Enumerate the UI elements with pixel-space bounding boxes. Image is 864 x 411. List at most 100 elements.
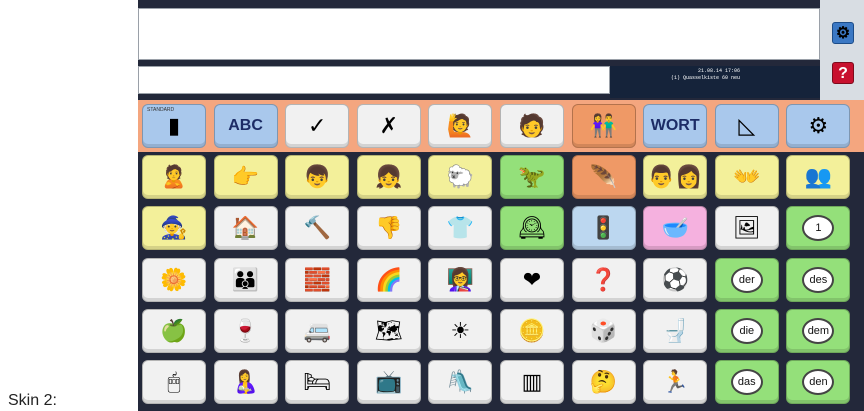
apple-button[interactable]: 🍏 bbox=[142, 308, 206, 353]
traffic-light-icon: 🚦 bbox=[589, 215, 618, 241]
person-button[interactable]: 🧑 bbox=[500, 104, 564, 148]
tv-icon: 📺 bbox=[375, 369, 403, 394]
rainbow-button[interactable]: 🌈 bbox=[356, 257, 421, 302]
erase-icon: ◺ bbox=[738, 113, 756, 138]
indian-button[interactable]: 🪶 bbox=[571, 155, 636, 200]
der-button[interactable]: der bbox=[714, 257, 779, 302]
you-button[interactable]: 👉 bbox=[213, 155, 278, 200]
mother-child-button[interactable]: 🤱 bbox=[213, 360, 278, 404]
glass-button[interactable]: 🍷 bbox=[213, 308, 278, 353]
map-button[interactable]: 🗺 bbox=[356, 308, 421, 353]
i-button[interactable]: 🙎 bbox=[142, 155, 206, 200]
person-waving-button[interactable]: 🙋 bbox=[428, 104, 493, 148]
you-plural-icon: 👐 bbox=[733, 164, 761, 190]
bed-button[interactable]: 🛏 bbox=[285, 360, 350, 404]
thinking-button[interactable]: 🤔 bbox=[571, 360, 636, 404]
mouse-button[interactable]: 🖱 bbox=[142, 360, 206, 404]
prison-icon: ▥ bbox=[521, 369, 543, 394]
soccer-ball-button[interactable]: ⚽ bbox=[643, 257, 708, 302]
status-panel: 21.08.14 17:06 (1) Quasselkiste 60 neu bbox=[610, 66, 820, 98]
yes-icon: ✓ bbox=[307, 113, 327, 138]
frame-button[interactable]: 🖼 bbox=[714, 206, 779, 251]
they-button[interactable]: 👥 bbox=[786, 155, 851, 200]
he-button[interactable]: 👦 bbox=[285, 155, 350, 200]
erase-button[interactable]: ◺ bbox=[714, 104, 779, 148]
traffic-light-button[interactable]: 🚦 bbox=[571, 206, 636, 251]
word-chip: das bbox=[730, 369, 763, 395]
coin-button[interactable]: 🪙 bbox=[500, 308, 564, 353]
hammer-icon: 🔨 bbox=[303, 215, 331, 241]
die-button[interactable]: die bbox=[714, 308, 779, 353]
sun-button[interactable]: ☀ bbox=[428, 308, 493, 353]
no-icon: ✗ bbox=[379, 113, 399, 138]
you-icon: 👉 bbox=[231, 164, 260, 190]
child-running-button[interactable]: 🏃 bbox=[643, 360, 708, 404]
flower-button[interactable]: 🌼 bbox=[142, 257, 206, 302]
question-book-button[interactable]: ❓ bbox=[571, 257, 636, 302]
chip-area: 1 bbox=[787, 207, 849, 249]
child-running-icon: 🏃 bbox=[661, 369, 689, 394]
word-chip: den bbox=[802, 369, 835, 395]
apple-icon: 🍏 bbox=[160, 317, 188, 343]
den-button[interactable]: den bbox=[786, 360, 851, 404]
chip-area: den bbox=[787, 361, 849, 403]
flower-icon: 🌼 bbox=[160, 266, 188, 292]
no-button[interactable]: ✗ bbox=[356, 104, 421, 148]
prison-button[interactable]: ▥ bbox=[500, 360, 564, 404]
soccer-ball-icon: ⚽ bbox=[661, 266, 689, 292]
person-waving-icon: 🙋 bbox=[446, 113, 475, 138]
des-button[interactable]: des bbox=[786, 257, 851, 302]
dem-button[interactable]: dem bbox=[786, 308, 851, 353]
clock-tower-button[interactable]: 🕰 bbox=[500, 206, 564, 251]
slide-icon: 🛝 bbox=[446, 369, 475, 394]
you-plural-button[interactable]: 👐 bbox=[714, 155, 779, 200]
yes-button[interactable]: ✓ bbox=[285, 104, 350, 148]
button-label: ABC bbox=[228, 117, 263, 134]
map-icon: 🗺 bbox=[374, 317, 403, 343]
word-chip: 1 bbox=[802, 215, 835, 242]
we-button[interactable]: 👨‍👩 bbox=[643, 155, 708, 200]
abc-button[interactable]: ABC bbox=[213, 104, 278, 148]
standard-button[interactable]: STANDARD ▮ bbox=[142, 104, 206, 148]
message-window[interactable] bbox=[138, 8, 820, 60]
settings-icon: ⚙ bbox=[808, 113, 829, 138]
thumb-down-icon: 👎 bbox=[375, 215, 403, 241]
magician-button[interactable]: 🧙 bbox=[142, 206, 206, 251]
slide-button[interactable]: 🛝 bbox=[428, 360, 493, 404]
teacher-icon: 👩‍🏫 bbox=[446, 266, 475, 292]
settings-button[interactable]: ⚙ bbox=[786, 104, 851, 148]
teacher-button[interactable]: 👩‍🏫 bbox=[428, 257, 493, 302]
family-button[interactable]: 👪 bbox=[213, 257, 278, 302]
chip-area: das bbox=[716, 361, 778, 403]
hammer-button[interactable]: 🔨 bbox=[285, 206, 350, 251]
thumb-down-button[interactable]: 👎 bbox=[356, 206, 421, 251]
question-book-icon: ❓ bbox=[589, 266, 618, 292]
number-one-button[interactable]: 1 bbox=[786, 206, 851, 251]
help-icon[interactable]: ? bbox=[832, 62, 854, 84]
bowl-button[interactable]: 🥣 bbox=[643, 206, 708, 251]
das-button[interactable]: das bbox=[714, 360, 779, 404]
chip-area: der bbox=[716, 259, 778, 301]
wort-button[interactable]: WORT bbox=[643, 104, 708, 148]
lego-brick-button[interactable]: 🧱 bbox=[285, 257, 350, 302]
dice-icon: 🎲 bbox=[589, 317, 618, 343]
toilet-button[interactable]: 🚽 bbox=[643, 308, 708, 353]
symbol-grid: STANDARD ▮ ABC ✓ ✗ 🙋 🧑 👫 WORT ◺ ⚙ 🙎 👉 👦 👧 🐑 🦖 🪶 👨‍👩 👐 👥 🧙 🏠 🔨 👎 👕… bbox=[138, 100, 864, 411]
glass-icon: 🍷 bbox=[231, 317, 260, 343]
she-button[interactable]: 👧 bbox=[356, 155, 421, 200]
sheep-button[interactable]: 🐑 bbox=[428, 155, 493, 200]
two-people-icon: 👫 bbox=[589, 113, 618, 138]
van-button[interactable]: 🚐 bbox=[285, 308, 350, 353]
tv-button[interactable]: 📺 bbox=[356, 360, 421, 404]
aac-app-window: ⚙ ? 21.08.14 17:06 (1) Quasselkiste 60 n… bbox=[138, 0, 864, 411]
system-settings-icon[interactable]: ⚙ bbox=[832, 22, 854, 44]
heart-button[interactable]: ❤ bbox=[500, 257, 564, 302]
house-button[interactable]: 🏠 bbox=[213, 206, 278, 251]
shirt-button[interactable]: 👕 bbox=[428, 206, 493, 251]
dinosaur-button[interactable]: 🦖 bbox=[500, 155, 564, 200]
dice-button[interactable]: 🎲 bbox=[571, 308, 636, 353]
second-input-field[interactable] bbox=[138, 66, 610, 94]
shirt-icon: 👕 bbox=[446, 215, 475, 241]
two-people-button[interactable]: 👫 bbox=[571, 104, 636, 148]
sun-icon: ☀ bbox=[450, 317, 471, 343]
